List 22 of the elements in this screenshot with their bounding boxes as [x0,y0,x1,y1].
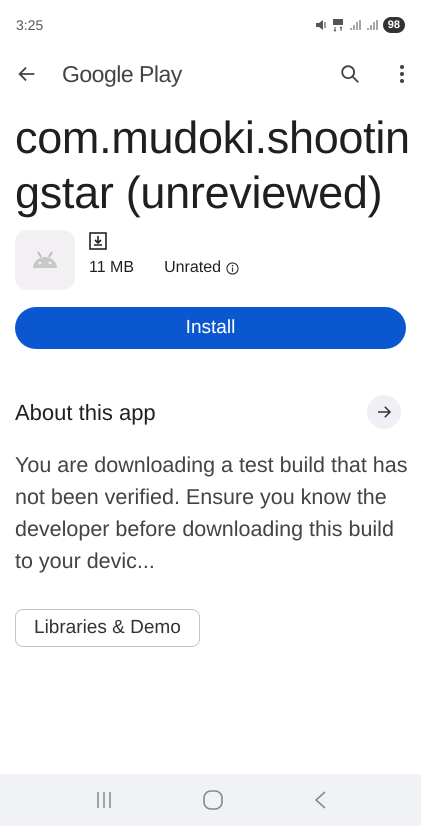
app-bar-title: Google Play [62,60,182,89]
app-description: You are downloading a test build that has not been verified. Ensure you know the developer before downloading this build to your devic... [15,452,408,575]
battery-badge: 98 [382,17,405,33]
info-icon[interactable] [226,262,239,274]
app-icon [15,230,75,290]
back-icon[interactable] [312,790,327,810]
data-icon [332,18,344,32]
arrow-button[interactable] [367,395,401,429]
install-button[interactable]: Install [15,307,406,349]
rating-text: Unrated [164,258,221,278]
mute-icon [314,19,327,31]
signal-icon [366,19,378,31]
signal-icon [348,19,361,31]
app-name: com.mudoki.shootingstar (unreviewed) [15,111,410,220]
more-icon[interactable] [399,64,405,84]
size-text: 11 MB [89,258,134,278]
section-heading: About this app [15,398,156,427]
download-icon [89,232,107,250]
home-icon[interactable] [202,790,224,810]
category-chip[interactable]: Libraries & Demo [15,609,200,647]
search-icon[interactable] [339,63,361,85]
status-time: 3:25 [16,16,44,34]
